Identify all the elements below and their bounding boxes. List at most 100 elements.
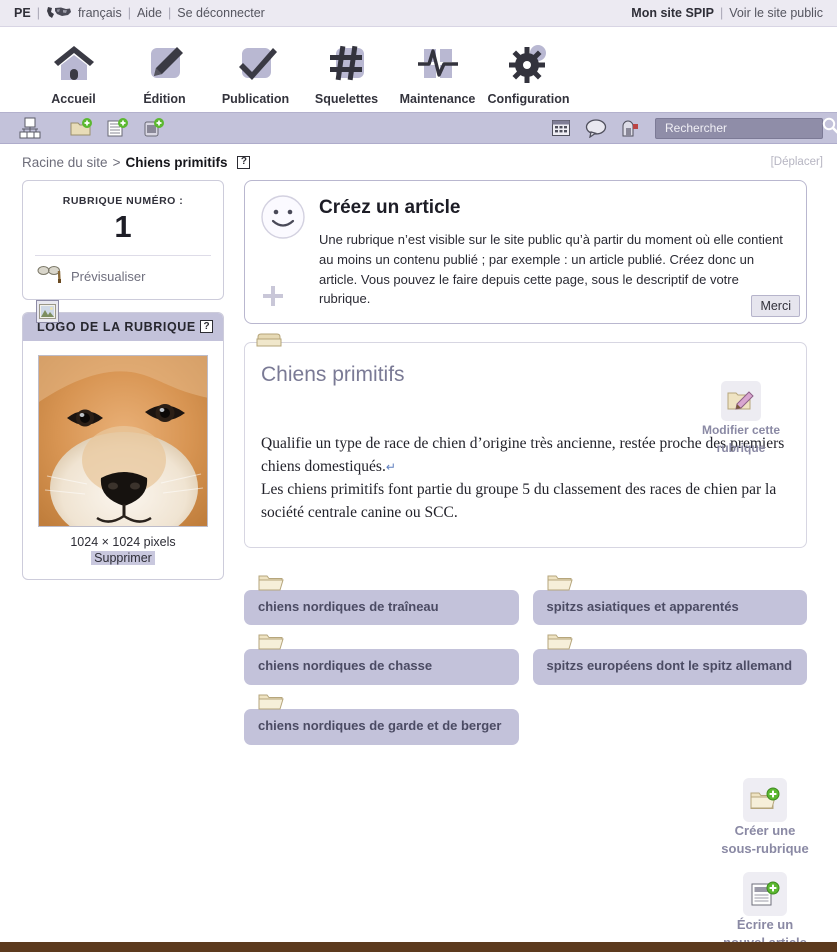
hint-body: Une rubrique n’est visible sur le site p… <box>319 232 783 307</box>
nav-label-accueil: Accueil <box>51 92 96 106</box>
gear-icon <box>506 40 552 86</box>
nav-label-configuration: Configuration <box>487 92 570 106</box>
help-icon[interactable]: ? <box>237 155 251 169</box>
separator-3: | <box>168 6 172 20</box>
preview-label: Prévisualiser <box>71 268 146 284</box>
language-link[interactable]: français <box>78 6 122 20</box>
rubrique-number-value: 1 <box>114 209 132 244</box>
modify-rubrique-label: Modifier cette rubrique <box>701 423 780 455</box>
subrubrique-grid: chiens nordiques de traîneau spitzs asia… <box>244 572 807 745</box>
preview-button[interactable]: Prévisualiser <box>23 256 223 299</box>
write-article-button[interactable]: Écrire un nouvel article <box>717 872 813 952</box>
subrubrique-link[interactable]: spitzs asiatiques et apparentés <box>532 589 807 626</box>
search-box[interactable] <box>655 117 837 139</box>
rubrique-panel-wrapper: Chiens primitifs Modifier cette rubrique <box>244 333 807 548</box>
subrubrique-link[interactable]: spitzs européens dont le spitz allemand <box>532 649 807 685</box>
folder-open-icon <box>258 572 284 597</box>
folder-edit-icon <box>721 381 761 421</box>
list-item: chiens nordiques de traîneau <box>244 572 519 626</box>
nav-item-publication[interactable]: Publication <box>210 40 301 112</box>
pilcrow-mark: ↵ <box>385 459 396 474</box>
folder-closed-icon <box>256 330 282 355</box>
hint-header: Créez un article Une rubrique n’est visi… <box>261 193 790 309</box>
plus-icon[interactable] <box>261 284 285 313</box>
search-input[interactable] <box>663 120 822 136</box>
list-item: chiens nordiques de chasse <box>244 631 519 685</box>
separator-1: | <box>36 6 40 20</box>
folder-open-icon <box>258 631 284 656</box>
list-item: chiens nordiques de garde et de berger <box>244 691 519 745</box>
list-item: spitzs asiatiques et apparentés <box>532 572 807 626</box>
nav-item-squelettes[interactable]: Squelettes <box>301 40 392 112</box>
main-column: Créez un article Une rubrique n’est visi… <box>244 180 807 745</box>
rubrique-number-card: RUBRIQUE NUMÉRO : 1 Prévisualiser <box>22 180 224 300</box>
mailbox-icon[interactable] <box>621 118 641 138</box>
breadcrumb-current: Chiens primitifs <box>125 154 228 170</box>
logo-body: 1024 × 1024 pixels Supprimer <box>23 341 223 579</box>
logout-link[interactable]: Se déconnecter <box>177 6 265 20</box>
search-icon[interactable] <box>822 117 837 139</box>
breadcrumb-root-link[interactable]: Racine du site <box>22 155 108 170</box>
folder-open-icon <box>258 691 284 716</box>
separator-4: | <box>719 6 724 20</box>
delete-logo-button[interactable]: Supprimer <box>91 550 155 565</box>
folder-open-icon <box>547 631 573 656</box>
create-subrubrique-button[interactable]: Créer une sous-rubrique <box>717 778 813 858</box>
forum-bubble-icon[interactable] <box>585 118 607 138</box>
breadcrumb-separator: > <box>112 154 121 170</box>
help-link[interactable]: Aide <box>137 6 162 20</box>
create-article-hint-panel: Créez un article Une rubrique n’est visi… <box>244 180 807 324</box>
site-map-icon[interactable] <box>18 117 42 139</box>
nav-item-accueil[interactable]: Accueil <box>28 40 119 112</box>
new-folder-icon[interactable] <box>70 118 92 138</box>
home-icon <box>51 40 97 86</box>
hash-icon <box>324 40 370 86</box>
folder-add-icon <box>743 778 787 822</box>
nav-label-maintenance: Maintenance <box>399 92 476 106</box>
article-add-icon <box>743 872 787 916</box>
main-navigation: Accueil Édition Publication Squelettes M… <box>0 27 837 112</box>
list-item: spitzs européens dont le spitz allemand <box>532 631 807 685</box>
page-content: RUBRIQUE NUMÉRO : 1 Prévisualiser LOGO D… <box>0 180 837 745</box>
calendar-icon[interactable] <box>551 118 571 138</box>
user-initials[interactable]: PE <box>14 6 31 20</box>
pulse-icon <box>415 40 461 86</box>
hint-text-wrap: Créez un article Une rubrique n’est visi… <box>319 193 790 309</box>
sidebar-column: RUBRIQUE NUMÉRO : 1 Prévisualiser LOGO D… <box>22 180 224 745</box>
folder-open-icon <box>547 572 573 597</box>
view-public-site-link[interactable]: Voir le site public <box>729 6 823 20</box>
nav-item-maintenance[interactable]: Maintenance <box>392 40 483 112</box>
nav-label-squelettes: Squelettes <box>314 92 379 106</box>
new-site-icon[interactable] <box>142 118 164 138</box>
nav-item-edition[interactable]: Édition <box>119 40 210 112</box>
site-name-link[interactable]: Mon site SPIP <box>631 6 714 20</box>
top-utility-bar: PE | français | Aide | Se déconnecter Mo… <box>0 0 837 27</box>
rubrique-number-caption: RUBRIQUE NUMÉRO : <box>62 195 184 207</box>
modify-rubrique-button[interactable]: Modifier cette rubrique <box>698 381 784 457</box>
breadcrumb: Racine du site > Chiens primitifs ? [Dép… <box>0 144 837 180</box>
subrubrique-link[interactable]: chiens nordiques de garde et de berger <box>244 709 519 745</box>
dismiss-hint-button[interactable]: Merci <box>751 295 800 317</box>
secondary-toolbar <box>0 112 837 144</box>
rubrique-logo-image <box>38 354 208 527</box>
logo-help-icon[interactable]: ? <box>200 320 213 334</box>
nav-label-edition: Édition <box>143 92 186 106</box>
logo-header-title: LOGO DE LA RUBRIQUE <box>37 319 196 334</box>
rubrique-number-block: RUBRIQUE NUMÉRO : 1 <box>23 181 223 245</box>
glasses-preview-icon <box>37 265 63 288</box>
checkmark-icon <box>233 40 279 86</box>
move-link[interactable]: [Déplacer] <box>771 156 823 168</box>
rubrique-panel: Chiens primitifs Modifier cette rubrique <box>244 342 807 548</box>
hint-title: Créez un article <box>319 197 461 218</box>
image-thumb-icon[interactable] <box>36 299 59 323</box>
bottom-action-column: Créer une sous-rubrique Écrire un nouvel… <box>717 778 813 952</box>
spip-admin-page: PE | français | Aide | Se déconnecter Mo… <box>0 0 837 952</box>
subrubrique-link[interactable]: chiens nordiques de chasse <box>244 649 519 685</box>
globe-language-icon <box>46 6 72 20</box>
logo-block: LOGO DE LA RUBRIQUE ? 1024 × 1024 pixels… <box>22 299 224 580</box>
separator-2: | <box>127 6 131 20</box>
nav-item-configuration[interactable]: Configuration <box>483 40 574 112</box>
subrubrique-link[interactable]: chiens nordiques de traîneau <box>244 589 519 626</box>
new-article-icon[interactable] <box>106 118 128 138</box>
create-subrubrique-label: Créer une sous-rubrique <box>721 823 809 856</box>
